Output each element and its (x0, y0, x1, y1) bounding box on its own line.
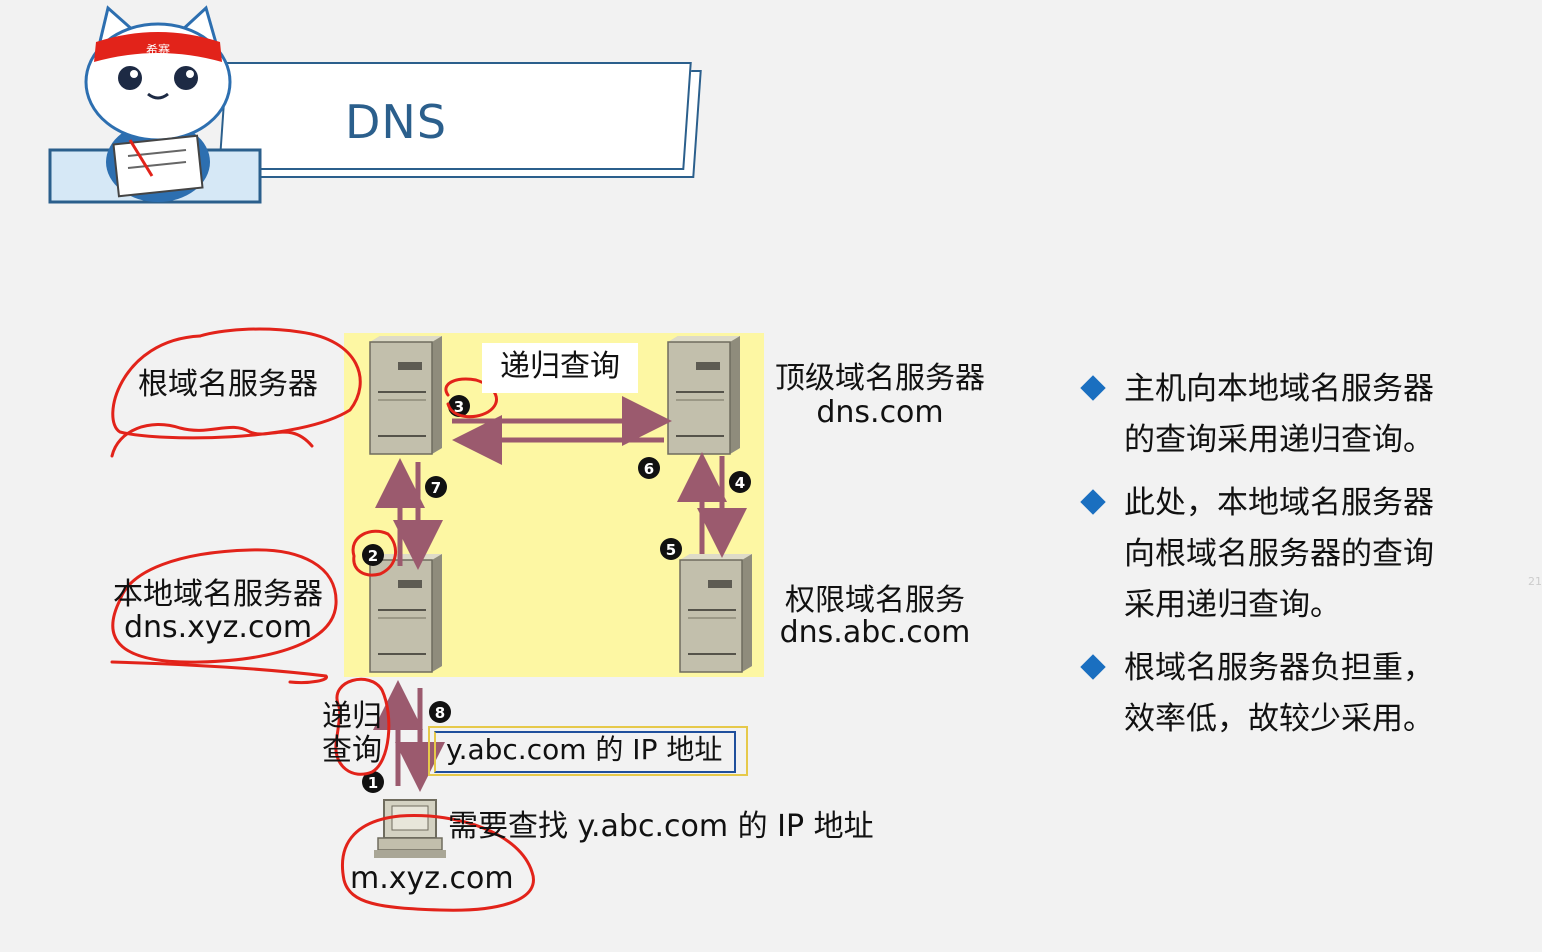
bullet-line: 的查询采用递归查询。 (1124, 422, 1434, 458)
mascot-cat-icon: 希赛 (48, 5, 262, 204)
bullet-line: 主机向本地域名服务器 (1124, 371, 1434, 407)
tld-server-icon (667, 335, 741, 455)
auth-server-label: 权限域名服务 (785, 583, 965, 618)
svg-text:希赛: 希赛 (146, 42, 170, 57)
step-badge-7: 7 (431, 479, 441, 497)
host-query-label-line2: 查询 (322, 733, 382, 768)
host-query-label-line1: 递归 (322, 699, 382, 734)
host-computer-icon (374, 799, 446, 858)
host-domain-label: m.xyz.com (350, 861, 514, 896)
host-need-label: 需要查找 y.abc.com 的 IP 地址 (448, 809, 874, 844)
diamond-bullet-icon (1080, 489, 1106, 515)
step-badge-4: 4 (735, 474, 745, 492)
recursive-query-box: 递归查询 (482, 343, 638, 393)
local-server-icon (369, 553, 443, 673)
auth-server-icon (679, 553, 753, 673)
local-server-domain: dns.xyz.com (123, 610, 313, 645)
root-server-icon (369, 335, 443, 455)
page-number: 21 (1528, 575, 1542, 588)
bullet-item: 此处，本地域名服务器 向根域名服务器的查询 采用递归查询。 (1080, 478, 1480, 631)
diamond-bullet-icon (1080, 654, 1106, 680)
step-badge-5: 5 (666, 541, 676, 559)
bullet-line: 向根域名服务器的查询 (1124, 536, 1434, 572)
tld-server-domain: dns.com (816, 395, 944, 430)
local-server-label: 本地域名服务器 (113, 577, 323, 612)
bullet-item: 主机向本地域名服务器 的查询采用递归查询。 (1080, 364, 1480, 466)
bullet-line: 效率低，故较少采用。 (1124, 701, 1434, 737)
tld-server-label: 顶级域名服务器 (775, 361, 985, 396)
auth-server-domain: dns.abc.com (779, 615, 971, 650)
bullet-line: 此处，本地域名服务器 (1124, 485, 1434, 521)
ip-answer-box-text: y.abc.com 的 IP 地址 (446, 733, 723, 766)
step-badge-6: 6 (644, 460, 654, 478)
bullet-line: 采用递归查询。 (1124, 587, 1341, 623)
step-badge-8: 8 (435, 704, 445, 722)
bullet-line: 根域名服务器负担重， (1124, 650, 1434, 686)
step-badge-2: 2 (368, 547, 378, 565)
step-badge-1: 1 (368, 774, 378, 792)
root-server-label: 根域名服务器 (138, 367, 318, 402)
bullet-list: 主机向本地域名服务器 的查询采用递归查询。 此处，本地域名服务器 向根域名服务器… (1080, 364, 1480, 757)
diamond-bullet-icon (1080, 375, 1106, 401)
bullet-item: 根域名服务器负担重， 效率低，故较少采用。 (1080, 643, 1480, 745)
